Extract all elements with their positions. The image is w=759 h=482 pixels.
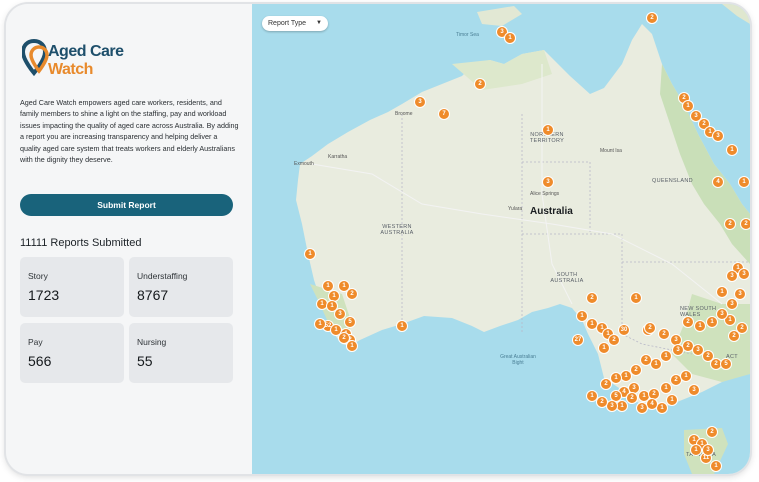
map-marker[interactable]: 3 [542, 176, 554, 188]
logo-line-1: Aged Care [48, 43, 124, 60]
map-marker[interactable]: 2 [706, 426, 718, 438]
map-marker[interactable]: 1 [716, 286, 728, 298]
map-label-exmouth: Exmouth [294, 161, 314, 167]
map-marker[interactable]: 3 [702, 444, 714, 456]
map-label-broome: Broome [395, 111, 413, 117]
map-marker[interactable]: 3 [672, 344, 684, 356]
map-marker[interactable]: 2 [658, 328, 670, 340]
stat-value: 566 [28, 353, 52, 369]
map-marker[interactable]: 1 [710, 460, 722, 472]
map-marker[interactable]: 2 [596, 396, 608, 408]
reports-count: 11111 Reports Submitted [20, 237, 142, 249]
map-marker[interactable]: 1 [666, 394, 678, 406]
map-label-yulara: Yulara [508, 206, 523, 212]
map-marker[interactable]: 1 [314, 318, 326, 330]
logo: Aged Care Watch [22, 39, 132, 84]
map-marker[interactable]: 1 [586, 390, 598, 402]
stat-label: Nursing [137, 337, 167, 347]
map-marker[interactable]: 2 [640, 354, 652, 366]
map-marker[interactable]: 2 [600, 378, 612, 390]
map-marker[interactable]: 1 [738, 176, 750, 188]
map-marker[interactable]: 1 [660, 350, 672, 362]
map-marker[interactable]: 4 [712, 176, 724, 188]
map-marker[interactable]: 1 [680, 370, 692, 382]
stat-card-understaffing: Understaffing 8767 [129, 257, 233, 317]
map-marker[interactable]: 3 [636, 402, 648, 414]
map-marker[interactable]: 2 [586, 292, 598, 304]
map-marker[interactable]: 3 [734, 288, 746, 300]
map-marker[interactable]: 2 [724, 218, 736, 230]
map-marker[interactable]: 2 [736, 322, 748, 334]
map-marker[interactable]: 2 [608, 334, 620, 346]
map-marker[interactable]: 1 [694, 320, 706, 332]
map[interactable]: Report Type ▼ Timor Sea Great Australian… [252, 4, 750, 474]
map-marker[interactable]: 2 [644, 322, 656, 334]
map-marker[interactable]: 1 [504, 32, 516, 44]
stat-card-story: Story 1723 [20, 257, 124, 317]
map-marker[interactable]: 3 [726, 270, 738, 282]
map-marker[interactable]: 2 [646, 12, 658, 24]
map-marker[interactable]: 1 [304, 248, 316, 260]
stat-value: 1723 [28, 287, 60, 303]
map-marker[interactable]: 1 [630, 292, 642, 304]
map-marker[interactable]: 1 [706, 316, 718, 328]
stat-label: Pay [28, 337, 43, 347]
map-marker[interactable]: 5 [344, 316, 356, 328]
map-label-australia: Australia [530, 206, 573, 217]
logo-line-2: Watch [48, 61, 93, 78]
map-marker[interactable]: 27 [572, 334, 584, 346]
map-label-karratha: Karratha [328, 154, 348, 160]
sidebar: Aged Care Watch Aged Care Watch empowers… [6, 4, 252, 474]
stat-value: 55 [137, 353, 153, 369]
map-label-mount-isa: Mount Isa [600, 148, 622, 154]
map-label-timor-sea: Timor Sea [456, 32, 479, 38]
map-marker[interactable]: 1 [726, 144, 738, 156]
map-label-western-australia: WESTERN AUSTRALIA [380, 224, 414, 236]
map-marker[interactable]: 5 [720, 358, 732, 370]
description: Aged Care Watch empowers aged care worke… [20, 98, 239, 165]
caret-down-icon: ▼ [316, 20, 322, 26]
stat-label: Story [28, 271, 48, 281]
map-marker[interactable]: 2 [474, 78, 486, 90]
map-marker[interactable]: 1 [690, 444, 702, 456]
logo-wordmark: Aged Care Watch [48, 43, 124, 79]
map-marker[interactable]: 2 [338, 332, 350, 344]
map-marker[interactable]: 3 [738, 268, 750, 280]
report-type-label: Report Type [268, 20, 307, 27]
map-marker[interactable]: 2 [626, 392, 638, 404]
stat-card-nursing: Nursing 55 [129, 323, 233, 383]
report-type-filter[interactable]: Report Type ▼ [262, 16, 328, 31]
map-marker[interactable]: 3 [712, 130, 724, 142]
map-marker[interactable]: 2 [346, 288, 358, 300]
stat-label: Understaffing [137, 271, 188, 281]
map-marker[interactable]: 3 [716, 308, 728, 320]
map-label-alice-springs: Alice Springs [530, 191, 560, 197]
stat-value: 8767 [137, 287, 169, 303]
map-marker[interactable]: 1 [542, 124, 554, 136]
map-marker[interactable]: 30 [618, 324, 630, 336]
map-marker[interactable]: 1 [396, 320, 408, 332]
stat-card-pay: Pay 566 [20, 323, 124, 383]
app-window: Aged Care Watch Aged Care Watch empowers… [6, 4, 750, 474]
map-label-bight: Great Australian Bight [500, 354, 536, 366]
map-pin-logo-icon [22, 39, 49, 77]
map-marker[interactable]: 3 [726, 298, 738, 310]
map-marker[interactable]: 3 [688, 384, 700, 396]
map-marker[interactable]: 1 [660, 382, 672, 394]
map-marker[interactable]: 2 [682, 316, 694, 328]
map-marker[interactable]: 2 [740, 218, 750, 230]
map-label-south-australia: SOUTH AUSTRALIA [550, 272, 584, 284]
map-label-queensland: QUEENSLAND [652, 178, 693, 184]
map-marker[interactable]: 3 [414, 96, 426, 108]
submit-report-button[interactable]: Submit Report [20, 194, 233, 216]
map-marker[interactable]: 1 [598, 342, 610, 354]
map-marker[interactable]: 7 [438, 108, 450, 120]
